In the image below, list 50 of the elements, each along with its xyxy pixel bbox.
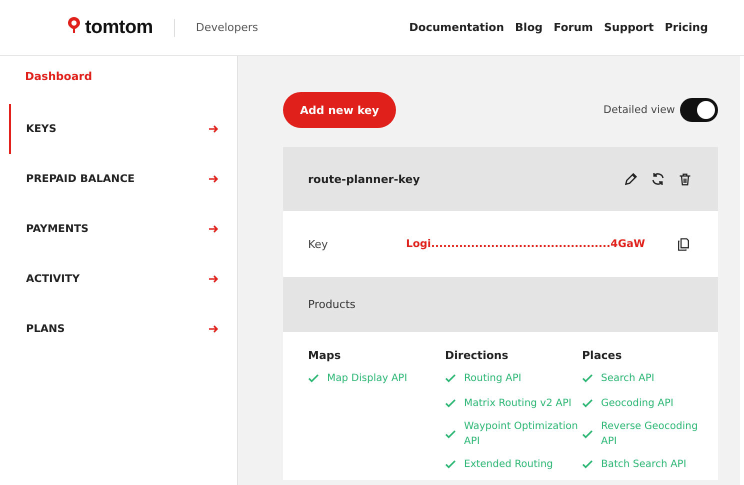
check-icon xyxy=(445,399,456,408)
product-name: Geocoding API xyxy=(601,397,674,411)
trash-icon[interactable] xyxy=(678,172,692,186)
arrow-right-icon xyxy=(209,175,219,183)
sidebar-item[interactable]: ACTIVITY xyxy=(9,254,237,304)
product-name: Search API xyxy=(601,372,654,386)
detailed-view-toggle[interactable] xyxy=(680,98,718,122)
sidebar-item[interactable]: PAYMENTS xyxy=(9,204,237,254)
pencil-icon[interactable] xyxy=(623,172,638,186)
arrow-right-icon xyxy=(209,125,219,133)
product-group-title: Maps xyxy=(308,349,342,362)
product-name: Matrix Routing v2 API xyxy=(464,397,572,411)
product-name: Routing API xyxy=(464,372,522,386)
product-group-title: Places xyxy=(582,349,623,362)
nav-link[interactable]: Documentation xyxy=(409,21,504,34)
section-title: Developers xyxy=(196,21,258,34)
nav-link[interactable]: Pricing xyxy=(664,21,708,34)
copy-icon[interactable] xyxy=(677,236,690,252)
sidebar-item[interactable]: PLANS xyxy=(9,304,237,354)
sidebar-item[interactable]: PREPAID BALANCE xyxy=(9,154,237,204)
products-label: Products xyxy=(308,298,356,311)
product-group-title: Directions xyxy=(445,349,510,362)
arrow-right-icon xyxy=(209,225,219,233)
location-pin-icon xyxy=(68,16,80,34)
toggle-label: Detailed view xyxy=(603,104,675,116)
refresh-icon[interactable] xyxy=(650,171,666,187)
arrow-right-icon xyxy=(209,275,219,283)
check-icon xyxy=(308,374,319,383)
key-name: route-planner-key xyxy=(308,172,420,186)
product-name: Extended Routing xyxy=(464,458,554,472)
check-icon xyxy=(582,460,593,469)
check-icon xyxy=(582,430,593,438)
product-name: Map Display API xyxy=(327,372,408,386)
nav-link[interactable]: Forum xyxy=(554,21,593,34)
api-key-value: Logi.............................................4GaW xyxy=(406,238,646,250)
nav-link[interactable]: Support xyxy=(604,21,654,34)
dashboard-link[interactable]: Dashboard xyxy=(10,70,237,83)
key-label: Key xyxy=(308,238,329,250)
product-name: Waypoint Optimization API xyxy=(464,420,579,449)
arrow-right-icon xyxy=(209,325,219,333)
product-name: Batch Search API xyxy=(601,458,686,472)
nav-link[interactable]: Blog xyxy=(515,21,543,34)
product-name: Reverse Geocoding API xyxy=(601,420,699,449)
brand-logo[interactable]: tomtom xyxy=(85,16,153,38)
check-icon xyxy=(445,460,456,469)
add-key-button[interactable]: Add new key xyxy=(283,92,396,128)
check-icon xyxy=(582,374,593,383)
check-icon xyxy=(445,430,456,438)
check-icon xyxy=(582,399,593,408)
check-icon xyxy=(445,374,456,383)
